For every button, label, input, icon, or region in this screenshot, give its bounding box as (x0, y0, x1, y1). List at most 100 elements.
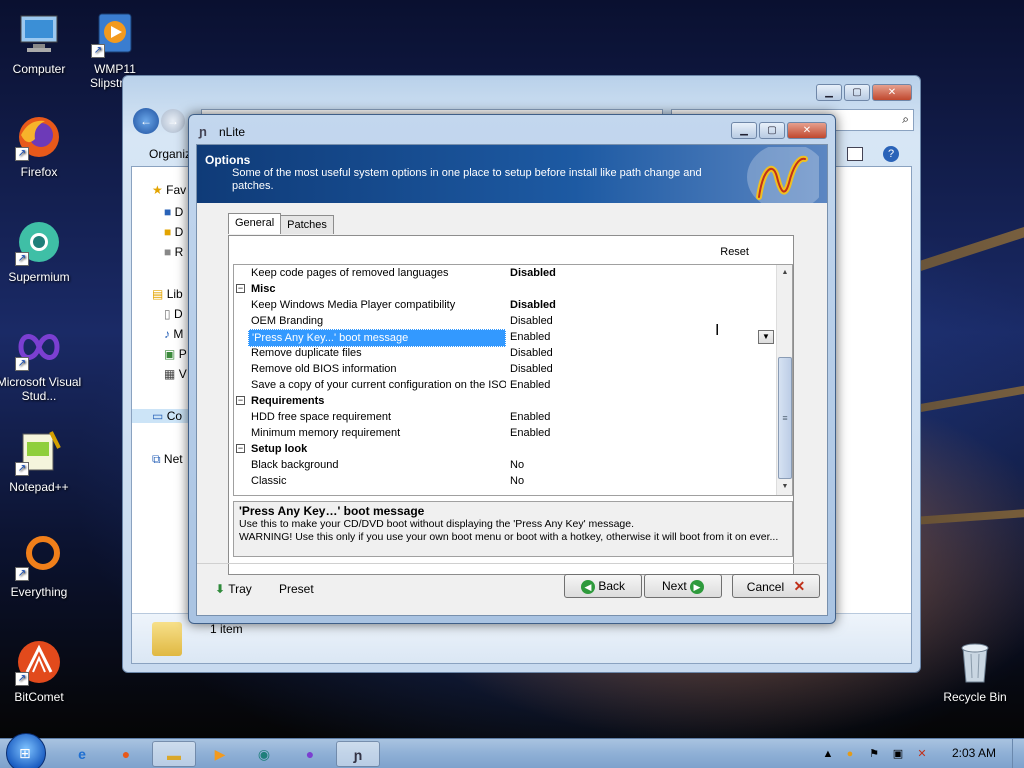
desktop-icon-notepadpp[interactable]: ↗ Notepad++ (0, 428, 84, 494)
tab-patches[interactable]: Patches (280, 215, 334, 234)
help-icon[interactable]: ? (883, 146, 899, 162)
option-row[interactable]: Minimum memory requirement Enabled (234, 425, 776, 441)
next-button[interactable]: Next ▶ (644, 574, 722, 598)
reset-link[interactable]: Reset (720, 246, 749, 258)
nlite-window[interactable]: ɲ nLite ▁ ▢ ✕ Options Some of the most u… (188, 114, 836, 624)
nav-item[interactable]: ▦ V (164, 367, 187, 381)
tab-general[interactable]: General (228, 213, 282, 234)
description-line: Use this to make your CD/DVD boot withou… (239, 518, 635, 530)
desktop-icon-supermium[interactable]: ↗ Supermium (0, 218, 84, 284)
option-row[interactable]: OEM Branding Disabled (234, 313, 776, 329)
category-row[interactable]: − Requirements (234, 393, 776, 409)
show-desktop-button[interactable] (1012, 739, 1024, 768)
minimize-button[interactable]: ▁ (731, 122, 757, 139)
value-dropdown-icon[interactable]: ▼ (758, 330, 774, 344)
shortcut-arrow-icon: ↗ (15, 147, 29, 161)
taskbar-supermium[interactable]: ◉ (242, 741, 286, 767)
nlite-titlebar[interactable]: ɲ nLite ▁ ▢ ✕ (189, 115, 835, 145)
nav-item[interactable]: ▣ P (164, 347, 187, 361)
desktop: Computer ↗ WMP11 Slipstre... ↗ Firefox ↗… (0, 0, 1024, 738)
computer-icon: ▭ (152, 409, 164, 423)
option-row[interactable]: HDD free space requirement Enabled (234, 409, 776, 425)
collapse-icon[interactable]: − (236, 284, 245, 293)
taskbar-explorer[interactable]: ▬ (152, 741, 196, 767)
organize-menu[interactable]: Organiz (149, 147, 191, 161)
desktop-icon-recycle-bin[interactable]: Recycle Bin (930, 638, 1020, 704)
back-arrow-icon: ← (140, 114, 152, 128)
desktop-icon-everything[interactable]: ↗ Everything (0, 533, 84, 599)
option-value[interactable]: Enabled (510, 329, 550, 345)
action-center-flag-icon[interactable]: ⚑ (866, 746, 882, 762)
preview-pane-icon[interactable] (847, 147, 863, 161)
taskbar: ⊞ e ● ▬ ▶ ◉ ● ɲ ▲ ● ⚑ ▣ ✕ 2:03 AM (0, 733, 1024, 768)
start-button[interactable]: ⊞ (6, 733, 46, 768)
nav-item[interactable]: ♪ M (164, 327, 183, 341)
collapse-icon[interactable]: − (236, 396, 245, 405)
option-name: HDD free space requirement (251, 411, 392, 423)
next-arrow-icon: ▶ (690, 579, 705, 594)
option-row[interactable]: 'Press Any Key...' boot message Enabled ▼ (234, 329, 776, 347)
taskbar-firefox[interactable]: ● (104, 741, 148, 767)
folder-icon: ▬ (167, 747, 181, 763)
category-row[interactable]: − Misc (234, 281, 776, 297)
desktop-icon-label: Recycle Bin (943, 690, 1007, 704)
minimize-button[interactable]: ▁ (816, 84, 842, 101)
option-name: Save a copy of your current configuratio… (251, 379, 506, 391)
scroll-down-icon[interactable]: ▼ (778, 480, 792, 494)
option-value: Disabled (510, 299, 556, 311)
desktop-icon-firefox[interactable]: ↗ Firefox (0, 113, 84, 179)
option-row[interactable]: Black background No (234, 457, 776, 473)
options-rows: Keep code pages of removed languages Disa… (234, 265, 776, 489)
option-row[interactable]: Keep code pages of removed languages Disa… (234, 265, 776, 281)
back-button[interactable]: ← (133, 108, 159, 134)
taskbar-nlite[interactable]: ɲ (336, 741, 380, 767)
option-name: Setup look (251, 443, 308, 455)
maximize-button[interactable]: ▢ (759, 122, 785, 139)
vertical-scrollbar[interactable]: ▲ ≡ ▼ (776, 265, 792, 495)
option-row[interactable]: Keep Windows Media Player compatibility D… (234, 297, 776, 313)
tray-icon: ⬇ (215, 582, 226, 596)
nav-item[interactable]: ■ R (164, 245, 183, 259)
close-button[interactable]: ✕ (872, 84, 912, 101)
clock[interactable]: 2:03 AM (952, 746, 996, 760)
tray-button[interactable]: ⬇ Tray (215, 582, 252, 596)
forward-button[interactable]: → (161, 109, 185, 133)
scroll-up-icon[interactable]: ▲ (778, 266, 792, 280)
wmp-icon: ↗ (91, 10, 139, 58)
nav-item[interactable]: ■ D (164, 205, 183, 219)
preset-button[interactable]: Preset (279, 582, 314, 596)
option-row[interactable]: Remove old BIOS information Disabled (234, 361, 776, 377)
maximize-button[interactable]: ▢ (844, 84, 870, 101)
network-icon[interactable]: ▣ (890, 746, 906, 762)
desktop-icon-label: BitComet (14, 690, 64, 704)
option-row[interactable]: Save a copy of your current configuratio… (234, 377, 776, 393)
taskbar-firefox-2[interactable]: ● (288, 741, 332, 767)
collapse-icon[interactable]: − (236, 444, 245, 453)
documents-icon: ▯ (164, 307, 171, 321)
show-hidden-icons[interactable]: ▲ (820, 746, 836, 762)
nav-item-libraries[interactable]: ▤ Lib (152, 287, 183, 301)
page-header: Options Some of the most useful system o… (197, 145, 827, 203)
option-name: Remove old BIOS information (251, 363, 397, 375)
cancel-button[interactable]: Cancel ✕ (732, 574, 820, 598)
category-row[interactable]: − Setup look (234, 441, 776, 457)
option-row[interactable]: Remove duplicate files Disabled (234, 345, 776, 361)
nav-item-network[interactable]: ⧉ Net (152, 452, 183, 467)
option-value: No (510, 459, 525, 471)
taskbar-ie[interactable]: e (60, 741, 104, 767)
tray-app-icon[interactable]: ● (842, 746, 858, 762)
nav-item[interactable]: ▯ D (164, 307, 183, 321)
volume-muted-icon[interactable]: ✕ (914, 746, 930, 762)
back-button[interactable]: ◀ Back (564, 574, 642, 598)
options-grid[interactable]: Keep code pages of removed languages Disa… (233, 264, 793, 496)
taskbar-media-player[interactable]: ▶ (198, 741, 242, 767)
nav-item-favorites[interactable]: ★ Fav (152, 183, 186, 197)
nav-item-computer[interactable]: ▭ Co (132, 409, 192, 423)
option-row[interactable]: Classic No (234, 473, 776, 489)
desktop-icon-visual-studio[interactable]: ↗ Microsoft Visual Stud... (0, 323, 84, 403)
nav-item[interactable]: ■ D (164, 225, 183, 239)
desktop-icon-bitcomet[interactable]: ↗ BitComet (0, 638, 84, 704)
close-button[interactable]: ✕ (787, 122, 827, 139)
scroll-thumb[interactable]: ≡ (778, 357, 792, 479)
desktop-icon-label: Supermium (8, 270, 70, 284)
